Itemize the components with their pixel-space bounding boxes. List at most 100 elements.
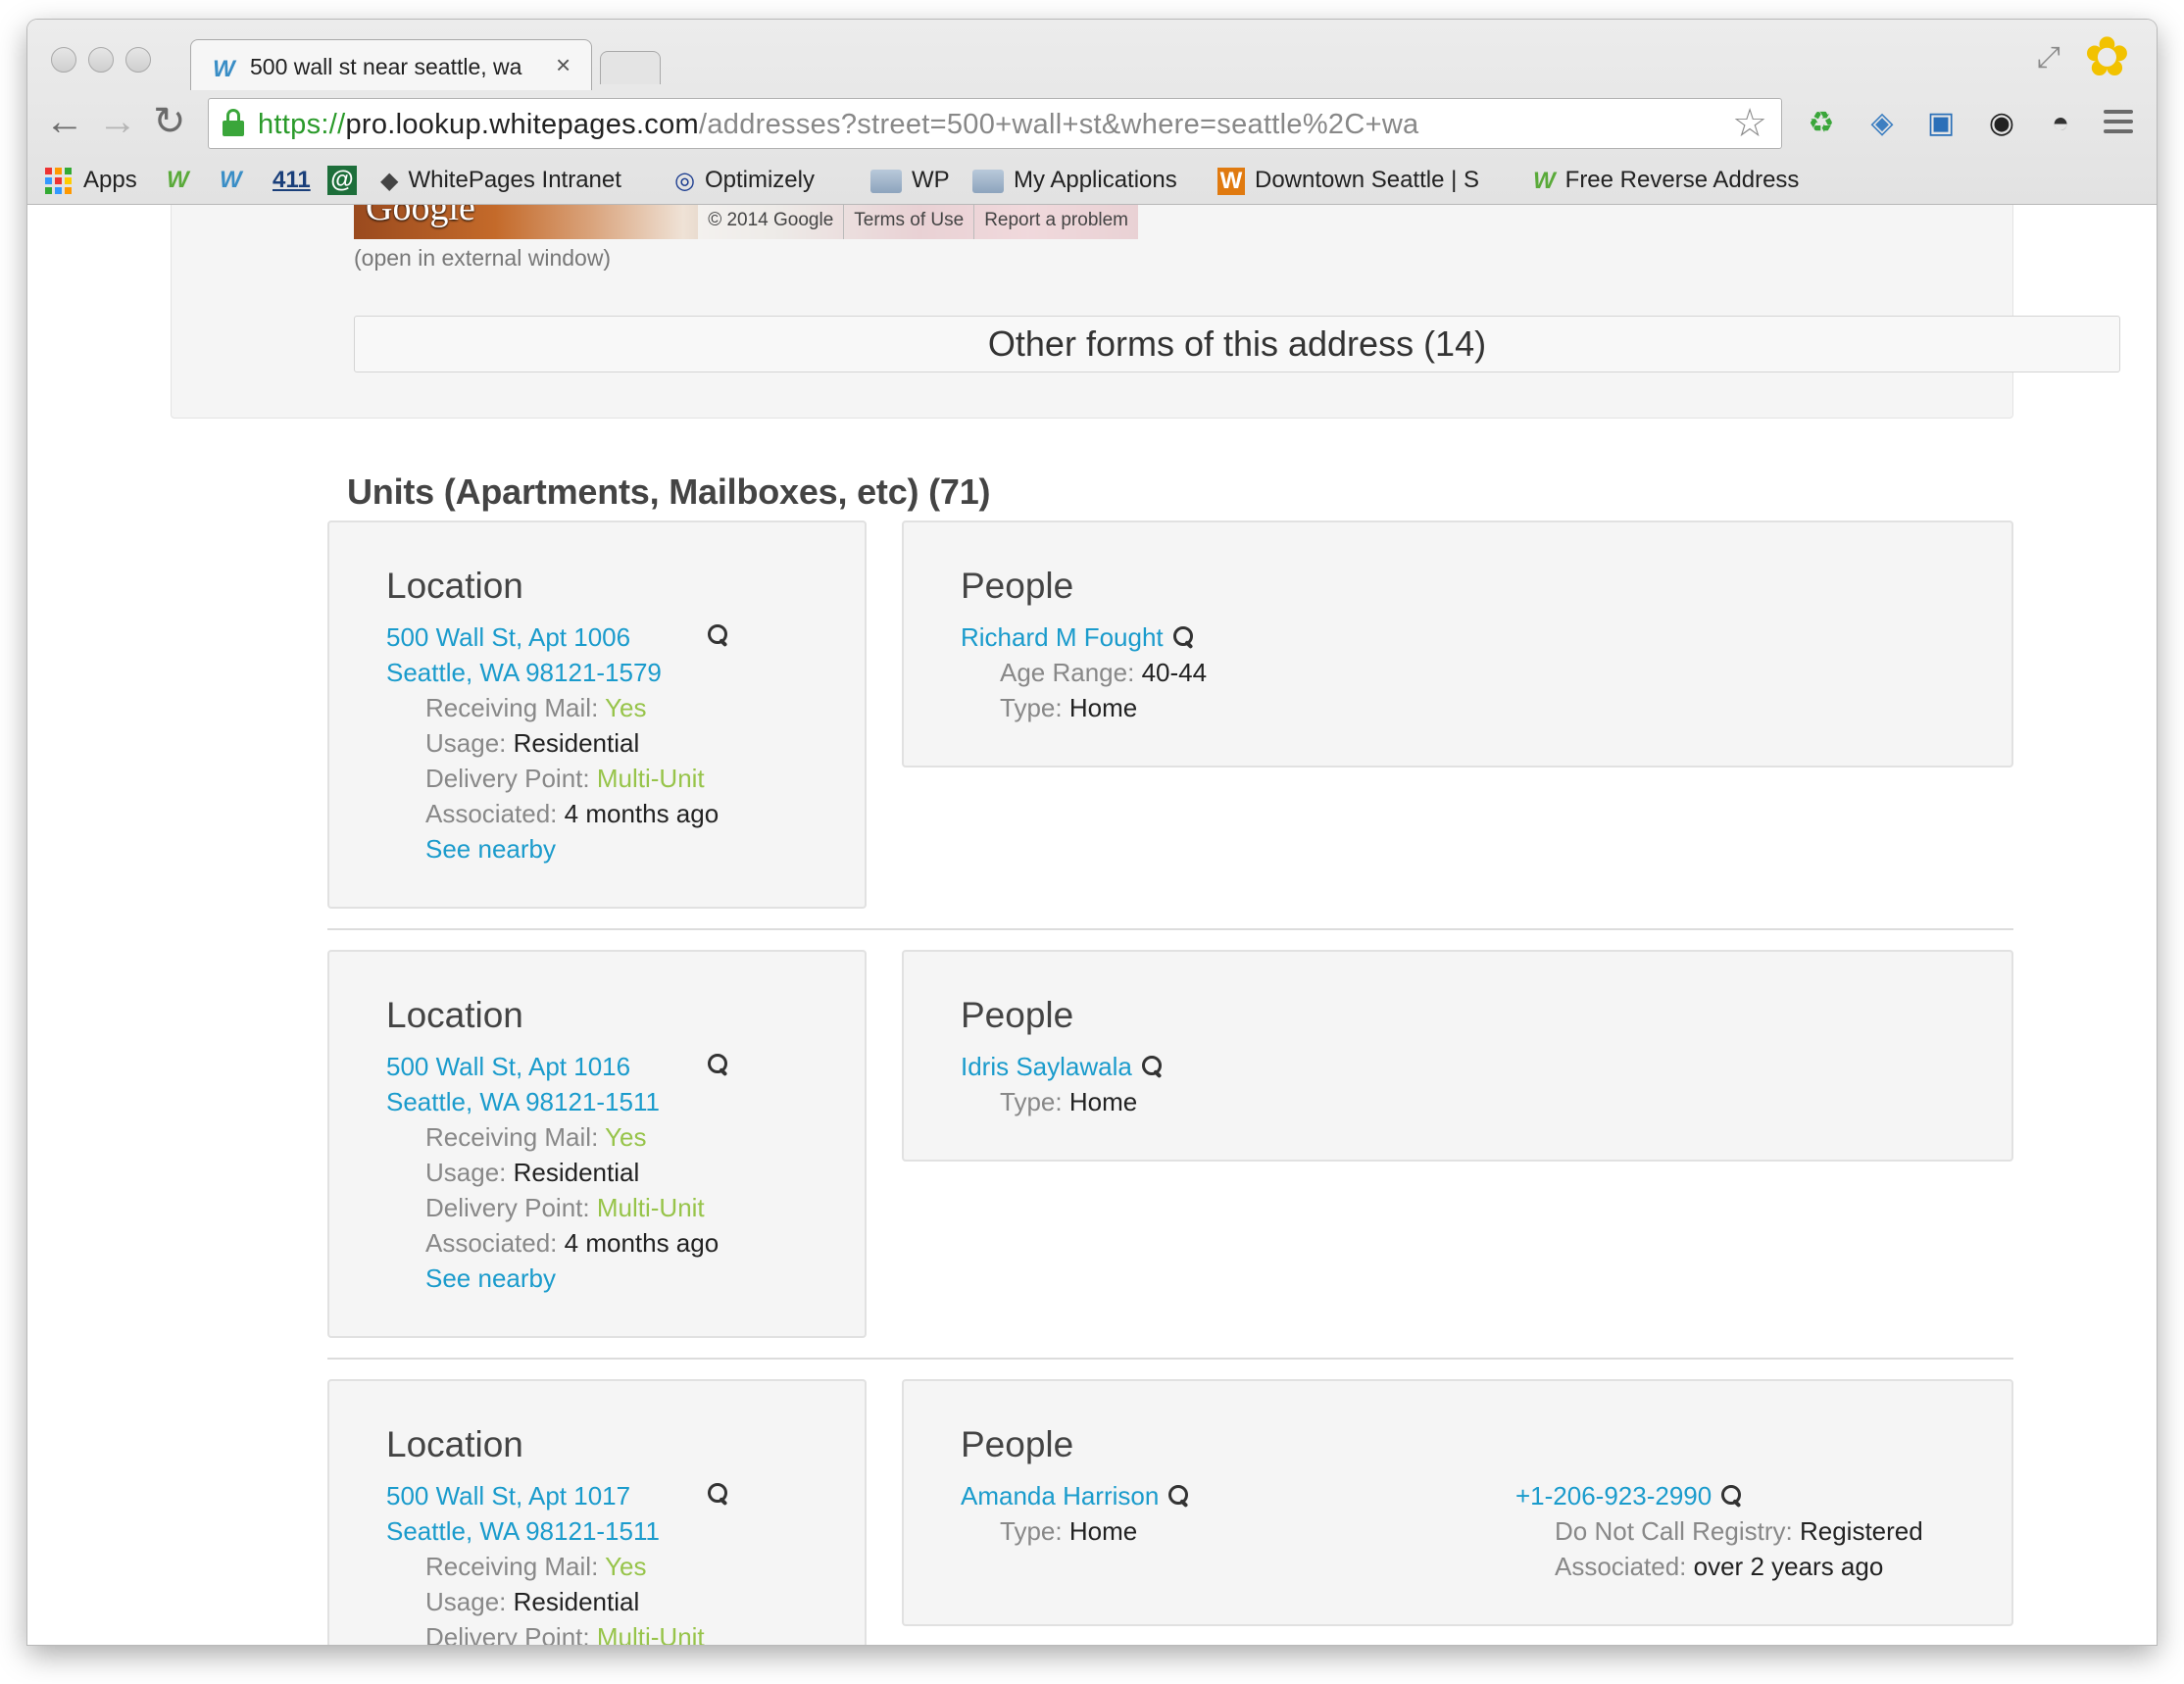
bookmark-downtown-seattle[interactable]: W Downtown Seattle | S	[1217, 165, 1479, 196]
tab-close-icon[interactable]: ×	[556, 50, 571, 80]
delivery-point-row: Delivery Point: Multi-Unit	[425, 764, 705, 793]
close-window-button[interactable]	[51, 47, 76, 73]
whitepages-favicon-icon: W	[213, 56, 235, 82]
unit-address-link[interactable]: 500 Wall St, Apt 1006	[386, 620, 630, 654]
address-summary-card: Google © 2014 Google Terms of Use Report…	[171, 205, 2120, 419]
extension-color-wheel-icon[interactable]: ◉	[1980, 102, 2023, 145]
map-attribution: © 2014 Google Terms of Use Report a prob…	[698, 205, 1138, 239]
extension-incognito-icon[interactable]: ◓	[2039, 102, 2082, 145]
bookmark-folder-wp[interactable]: WP	[870, 165, 950, 196]
search-icon[interactable]	[1168, 1485, 1190, 1507]
search-icon[interactable]	[708, 624, 729, 646]
bookmarks-bar: Apps W W 411 @ ◆ WhitePages Intranet ◎ Opt…	[27, 157, 2157, 204]
forward-arrow-icon[interactable]: →	[98, 102, 137, 141]
other-forms-button[interactable]: Other forms of this address (14)	[354, 316, 2120, 372]
receiving-mail-row: Receiving Mail: Yes	[425, 1122, 647, 1152]
optimizely-icon: ◎	[674, 167, 695, 194]
do-not-call-row: Do Not Call Registry: Registered	[1555, 1516, 1923, 1546]
people-heading: People	[961, 566, 1074, 606]
411-icon: 411	[273, 167, 311, 193]
search-icon[interactable]	[1141, 1056, 1164, 1077]
associated-row: Associated: 4 months ago	[425, 1228, 720, 1258]
user-profile-flower-icon[interactable]: ✿	[2084, 29, 2130, 84]
bookmark-at[interactable]: @	[327, 165, 357, 196]
usage-row: Usage: Residential	[425, 1587, 640, 1616]
location-card: Location 500 Wall St, Apt 1006 Seattle, …	[327, 520, 867, 909]
back-arrow-icon[interactable]: ←	[45, 102, 84, 141]
receiving-mail-row: Receiving Mail: Yes	[425, 1552, 647, 1581]
person-type-row: Type: Home	[1000, 693, 1138, 722]
map-copyright: © 2014 Google	[708, 210, 834, 230]
phone-number-link[interactable]: +1-206-923-2990	[1515, 1479, 1743, 1512]
downtown-icon: W	[1217, 167, 1245, 195]
unit-city-link[interactable]: Seattle, WA 98121-1511	[386, 1514, 660, 1548]
street-view-map[interactable]: Google © 2014 Google Terms of Use Report…	[354, 205, 1138, 239]
bookmark-optimizely[interactable]: ◎ Optimizely	[674, 165, 815, 197]
browser-window: W 500 wall st near seattle, wa × ⤢ ✿ ← →…	[27, 20, 2157, 1645]
person-name-link[interactable]: Amanda Harrison	[961, 1479, 1190, 1512]
at-icon: @	[327, 166, 357, 195]
map-report-link[interactable]: Report a problem	[973, 205, 1138, 239]
search-icon[interactable]	[708, 1483, 729, 1505]
bookmark-folder-my-applications[interactable]: My Applications	[972, 165, 1177, 196]
search-icon[interactable]	[708, 1054, 729, 1075]
unit-address-link[interactable]: 500 Wall St, Apt 1016	[386, 1050, 630, 1083]
whitepages-icon: W	[1533, 167, 1556, 194]
bookmark-411[interactable]: 411	[273, 165, 311, 196]
bookmark-whitepages-1[interactable]: W	[167, 165, 189, 196]
extension-screen-icon[interactable]: ▣	[1919, 102, 1962, 145]
unit-city-link[interactable]: Seattle, WA 98121-1511	[386, 1085, 660, 1118]
bookmark-star-icon[interactable]: ☆	[1732, 101, 1767, 146]
unit-divider	[327, 1358, 2013, 1360]
people-heading: People	[961, 995, 1074, 1035]
reload-icon[interactable]: ↻	[153, 102, 186, 141]
browser-tab-active[interactable]: W 500 wall st near seattle, wa ×	[190, 39, 592, 90]
bookmark-whitepages-intranet[interactable]: ◆ WhitePages Intranet	[380, 165, 621, 197]
person-name-link[interactable]: Idris Saylawala	[961, 1050, 1164, 1083]
whitepages-icon: W	[220, 167, 242, 193]
usage-row: Usage: Residential	[425, 1158, 640, 1187]
person-name-link[interactable]: Richard M Fought	[961, 620, 1195, 654]
apps-grid-icon	[45, 168, 72, 195]
whitepages-icon: W	[167, 167, 189, 193]
minimize-window-button[interactable]	[88, 47, 114, 73]
extension-recycle-icon[interactable]: ♻	[1800, 102, 1843, 145]
receiving-mail-row: Receiving Mail: Yes	[425, 693, 647, 722]
zoom-window-button[interactable]	[125, 47, 151, 73]
extension-tag-icon[interactable]: ◈	[1861, 102, 1904, 145]
associated-row: Associated: 4 months ago	[425, 799, 720, 828]
delivery-point-row: Delivery Point: Multi-Unit	[425, 1193, 705, 1222]
fullscreen-icon[interactable]: ⤢	[2037, 41, 2060, 74]
bookmark-free-reverse-address[interactable]: W Free Reverse Address	[1533, 165, 1799, 197]
location-card: Location 500 Wall St, Apt 1016 Seattle, …	[327, 950, 867, 1338]
open-external-window-link[interactable]: (open in external window)	[354, 245, 611, 272]
address-bar-url: https://pro.lookup.whitepages.com/addres…	[258, 109, 1419, 140]
unit-city-link[interactable]: Seattle, WA 98121-1579	[386, 656, 662, 689]
google-logo: Google	[366, 205, 475, 228]
search-icon[interactable]	[1172, 626, 1195, 648]
new-tab-button[interactable]	[600, 51, 661, 84]
location-heading: Location	[386, 995, 523, 1035]
see-nearby-link[interactable]: See nearby	[425, 832, 556, 866]
browser-chrome: W 500 wall st near seattle, wa × ⤢ ✿ ← →…	[27, 20, 2157, 205]
lock-icon	[223, 109, 244, 136]
age-range-row: Age Range: 40-44	[1000, 658, 1208, 687]
bookmark-apps[interactable]: Apps	[45, 165, 137, 196]
people-card: People Idris Saylawala Type: Home	[902, 950, 2013, 1162]
location-card: Location 500 Wall St, Apt 1017 Seattle, …	[327, 1379, 867, 1645]
people-card: People Amanda Harrison Type: Home +1-206…	[902, 1379, 2013, 1626]
bookmark-whitepages-2[interactable]: W	[220, 165, 242, 196]
person-type-row: Type: Home	[1000, 1516, 1138, 1546]
see-nearby-link[interactable]: See nearby	[425, 1262, 556, 1295]
chrome-menu-icon[interactable]	[2104, 110, 2133, 139]
search-icon[interactable]	[1721, 1485, 1743, 1507]
people-heading: People	[961, 1424, 1074, 1464]
person-type-row: Type: Home	[1000, 1087, 1138, 1116]
folder-icon	[870, 169, 902, 193]
address-bar[interactable]: https://pro.lookup.whitepages.com/addres…	[208, 98, 1782, 149]
phone-associated-row: Associated: over 2 years ago	[1555, 1552, 1884, 1581]
page-content: Google © 2014 Google Terms of Use Report…	[27, 205, 2157, 1645]
map-terms-link[interactable]: Terms of Use	[843, 205, 973, 239]
unit-address-link[interactable]: 500 Wall St, Apt 1017	[386, 1479, 630, 1512]
delivery-point-row: Delivery Point: Multi-Unit	[425, 1622, 705, 1645]
